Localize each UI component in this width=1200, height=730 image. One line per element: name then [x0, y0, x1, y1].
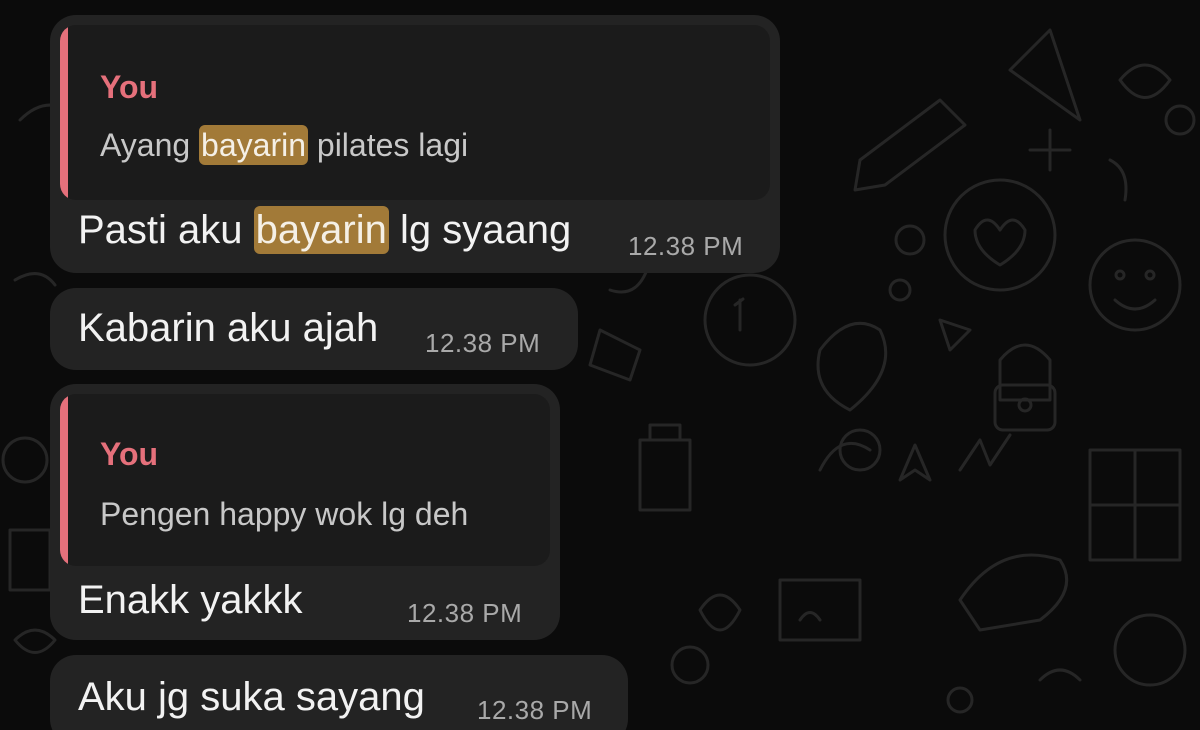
quote-text-before: Ayang	[100, 127, 200, 163]
message-time: 12.38 PM	[477, 695, 593, 725]
message-text: Kabarin aku ajah	[78, 306, 379, 350]
message-text: Aku jg suka sayang	[78, 675, 425, 719]
message-time: 12.38 PM	[628, 231, 744, 261]
quote-text: Pengen happy wok lg deh	[100, 496, 469, 532]
message-bubble[interactable]: Aku jg suka sayang 12.38 PM	[50, 655, 628, 730]
quote-text-after: pilates lagi	[308, 127, 469, 163]
message-time: 12.38 PM	[407, 598, 523, 628]
quoted-reply[interactable]: You Ayang bayarin pilates lagi	[60, 25, 770, 200]
message-text: Pasti aku bayarin lg syaang	[78, 206, 572, 254]
message-time: 12.38 PM	[425, 328, 541, 358]
message-text-before: Pasti aku	[78, 208, 254, 252]
message-text-after: lg syaang	[388, 208, 572, 252]
chat-view: You Ayang bayarin pilates lagi Pasti aku…	[0, 0, 1200, 730]
quoted-reply[interactable]: You Pengen happy wok lg deh	[60, 394, 550, 566]
search-highlight: bayarin	[253, 206, 389, 254]
search-highlight: bayarin	[199, 125, 308, 165]
message-bubble[interactable]: Kabarin aku ajah 12.38 PM	[50, 288, 578, 370]
quote-accent-bar	[60, 25, 68, 200]
quote-text: Ayang bayarin pilates lagi	[100, 125, 469, 165]
message-text: Enakk yakkk	[78, 578, 303, 622]
message-bubble[interactable]: You Pengen happy wok lg deh Enakk yakkk …	[50, 384, 560, 640]
message-bubble[interactable]: You Ayang bayarin pilates lagi Pasti aku…	[50, 15, 780, 273]
quote-accent-bar	[60, 394, 68, 566]
quote-author: You	[100, 436, 159, 472]
quote-author: You	[100, 69, 159, 105]
